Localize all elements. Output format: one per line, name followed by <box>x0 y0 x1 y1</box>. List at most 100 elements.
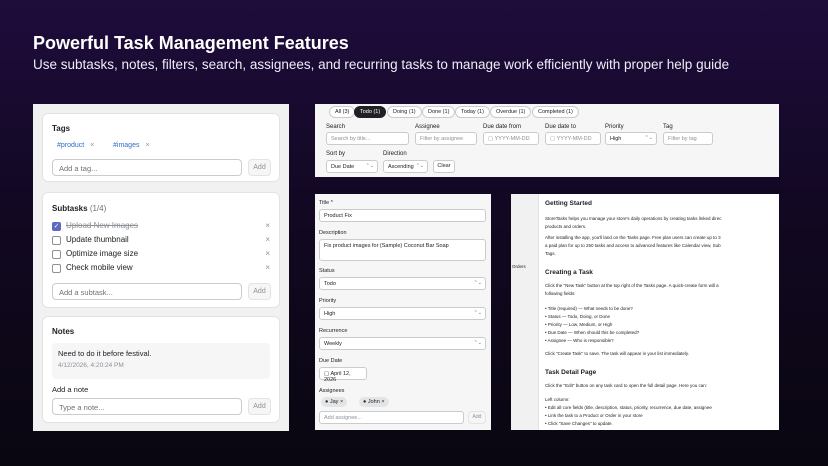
subtask-row[interactable]: Update thumbnail × <box>52 235 270 247</box>
filter-bar: All (3) Todo (1) Doing (1) Done (1) Toda… <box>315 104 779 177</box>
remove-tag-icon[interactable]: × <box>90 142 94 149</box>
chevron-icon: ⌃⌄ <box>473 310 482 316</box>
add-note-button[interactable]: Add <box>248 398 271 415</box>
assignee-chip: ● John × <box>359 397 389 407</box>
tab-completed[interactable]: Completed (1) <box>532 106 579 118</box>
delete-subtask-icon[interactable]: × <box>265 221 270 230</box>
recurrence-select[interactable]: Weekly ⌃⌄ <box>319 337 486 350</box>
priority-label: Priority <box>319 298 337 304</box>
title-input[interactable]: Product Fix <box>319 209 486 222</box>
subtask-row[interactable]: ✓ Upload New Images × <box>52 221 270 233</box>
chevron-icon: ⌃⌄ <box>473 280 482 286</box>
remove-assignee-icon[interactable]: × <box>340 399 343 405</box>
description-label: Description <box>319 230 347 236</box>
delete-subtask-icon[interactable]: × <box>265 235 270 244</box>
add-tag-button[interactable]: Add <box>248 159 271 176</box>
subtask-input[interactable]: Add a subtask... <box>52 283 242 300</box>
tab-overdue[interactable]: Overdue (1) <box>490 106 532 118</box>
note-entry: Need to do it before festival. 4/12/2026… <box>52 343 270 379</box>
note-timestamp: 4/12/2026, 4:20:24 PM <box>58 362 124 369</box>
tab-todo[interactable]: Todo (1) <box>354 106 387 118</box>
add-subtask-button[interactable]: Add <box>248 283 271 300</box>
subtask-row[interactable]: Check mobile view × <box>52 263 270 275</box>
status-select[interactable]: Todo ⌃⌄ <box>319 277 486 290</box>
help-paragraph: • Status — Todo, Doing, or Done <box>545 314 611 319</box>
priority-select[interactable]: High ⌃⌄ <box>605 132 657 145</box>
chevron-icon: ⌃⌄ <box>644 135 653 141</box>
search-input[interactable]: Search by title... <box>326 132 409 145</box>
task-detail-panel: Tags #product × #images × Add a tag... Add… <box>33 104 289 431</box>
notes-title: Notes <box>52 327 75 336</box>
chevron-icon: ⌃⌄ <box>473 340 482 346</box>
help-paragraph: products and orders. <box>545 224 587 229</box>
tab-doing[interactable]: Doing (1) <box>387 106 422 118</box>
hero-subtitle: Use subtasks, notes, filters, search, as… <box>33 57 730 72</box>
chevron-icon: ⌃⌄ <box>415 163 424 169</box>
sort-select[interactable]: Due Date ⌃⌄ <box>326 160 378 173</box>
tag-label: #product <box>57 142 85 149</box>
user-icon: ● <box>363 399 367 405</box>
assignee-input[interactable]: Add assignee... <box>319 411 464 424</box>
tag-input[interactable]: Add a tag... <box>52 159 242 176</box>
subtask-checkbox[interactable] <box>52 250 61 259</box>
subtask-checkbox[interactable]: ✓ <box>52 222 61 231</box>
tag-filter-input[interactable]: Filter by tag <box>663 132 713 145</box>
help-paragraph: Click "Create Task" to save. The task wi… <box>545 351 689 356</box>
subtask-label: Upload New Images <box>66 221 139 230</box>
help-paragraph: Tags. <box>545 251 556 256</box>
sidebar-item-orders[interactable]: Orders <box>512 264 526 269</box>
due-date-input[interactable]: ▢ April 12, 2026 <box>319 367 367 383</box>
subtasks-title: Subtasks (1/4) <box>52 204 107 213</box>
subtask-label: Update thumbnail <box>66 235 129 244</box>
help-paragraph: Left column: <box>545 397 570 402</box>
direction-label: Direction <box>383 151 407 157</box>
direction-select[interactable]: Ascending ⌃⌄ <box>383 160 428 173</box>
tab-today[interactable]: Today (1) <box>455 106 490 118</box>
tag-chip: #images × <box>113 142 150 149</box>
help-paragraph: Click the "New Task" button at the top r… <box>545 283 719 288</box>
due-to-label: Due date to <box>545 124 577 130</box>
help-paragraph: following fields: <box>545 291 576 296</box>
user-icon: ● <box>325 399 329 405</box>
help-paragraph: • Title (required) — What needs to be do… <box>545 306 633 311</box>
due-date-label: Due Date <box>319 358 343 364</box>
priority-select[interactable]: High ⌃⌄ <box>319 307 486 320</box>
subtask-row[interactable]: Optimize image size × <box>52 249 270 261</box>
subtask-label: Optimize image size <box>66 249 139 258</box>
tags-title: Tags <box>52 124 71 133</box>
note-input[interactable]: Type a note... <box>52 398 242 415</box>
help-heading: Getting Started <box>545 200 592 207</box>
assignee-chip: ● Jay × <box>321 397 348 407</box>
help-paragraph: • Click "Save Changes" to update. <box>545 421 613 426</box>
note-text: Need to do it before festival. <box>58 349 152 358</box>
tab-all[interactable]: All (3) <box>329 106 356 118</box>
tab-done[interactable]: Done (1) <box>422 106 456 118</box>
subtask-checkbox[interactable] <box>52 236 61 245</box>
help-paragraph: • Edit all core fields (title, descripti… <box>545 405 712 410</box>
help-heading: Task Detail Page <box>545 369 597 376</box>
subtask-checkbox[interactable] <box>52 264 61 273</box>
due-to-input[interactable]: ▢ YYYY-MM-DD <box>545 132 601 145</box>
help-heading: Creating a Task <box>545 269 593 276</box>
due-from-input[interactable]: ▢ YYYY-MM-DD <box>483 132 539 145</box>
delete-subtask-icon[interactable]: × <box>265 263 270 272</box>
help-paragraph: StoreTasks helps you manage your store's… <box>545 216 722 221</box>
clear-filters-button[interactable]: Clear <box>433 160 455 173</box>
recurrence-label: Recurrence <box>319 328 348 334</box>
priority-label: Priority <box>605 124 624 130</box>
tag-label: #images <box>113 142 140 149</box>
assignee-filter-input[interactable]: Filter by assignee <box>415 132 477 145</box>
add-note-label: Add a note <box>52 385 89 394</box>
calendar-icon: ▢ <box>488 136 494 142</box>
description-textarea[interactable]: Fix product images for (Sample) Coconut … <box>319 239 486 261</box>
help-paragraph: • Assignee — Who is responsible? <box>545 338 614 343</box>
tags-section: Tags #product × #images × Add a tag... Add <box>42 113 280 182</box>
help-paragraph: • Link the task to a Product or Order in… <box>545 413 643 418</box>
remove-assignee-icon[interactable]: × <box>381 399 384 405</box>
tag-filter-label: Tag <box>663 124 673 130</box>
help-paragraph: After installing the app, you'll land on… <box>545 235 721 240</box>
app-sidebar: Orders <box>511 194 539 430</box>
delete-subtask-icon[interactable]: × <box>265 249 270 258</box>
remove-tag-icon[interactable]: × <box>145 142 149 149</box>
add-assignee-button[interactable]: Add <box>468 411 486 424</box>
